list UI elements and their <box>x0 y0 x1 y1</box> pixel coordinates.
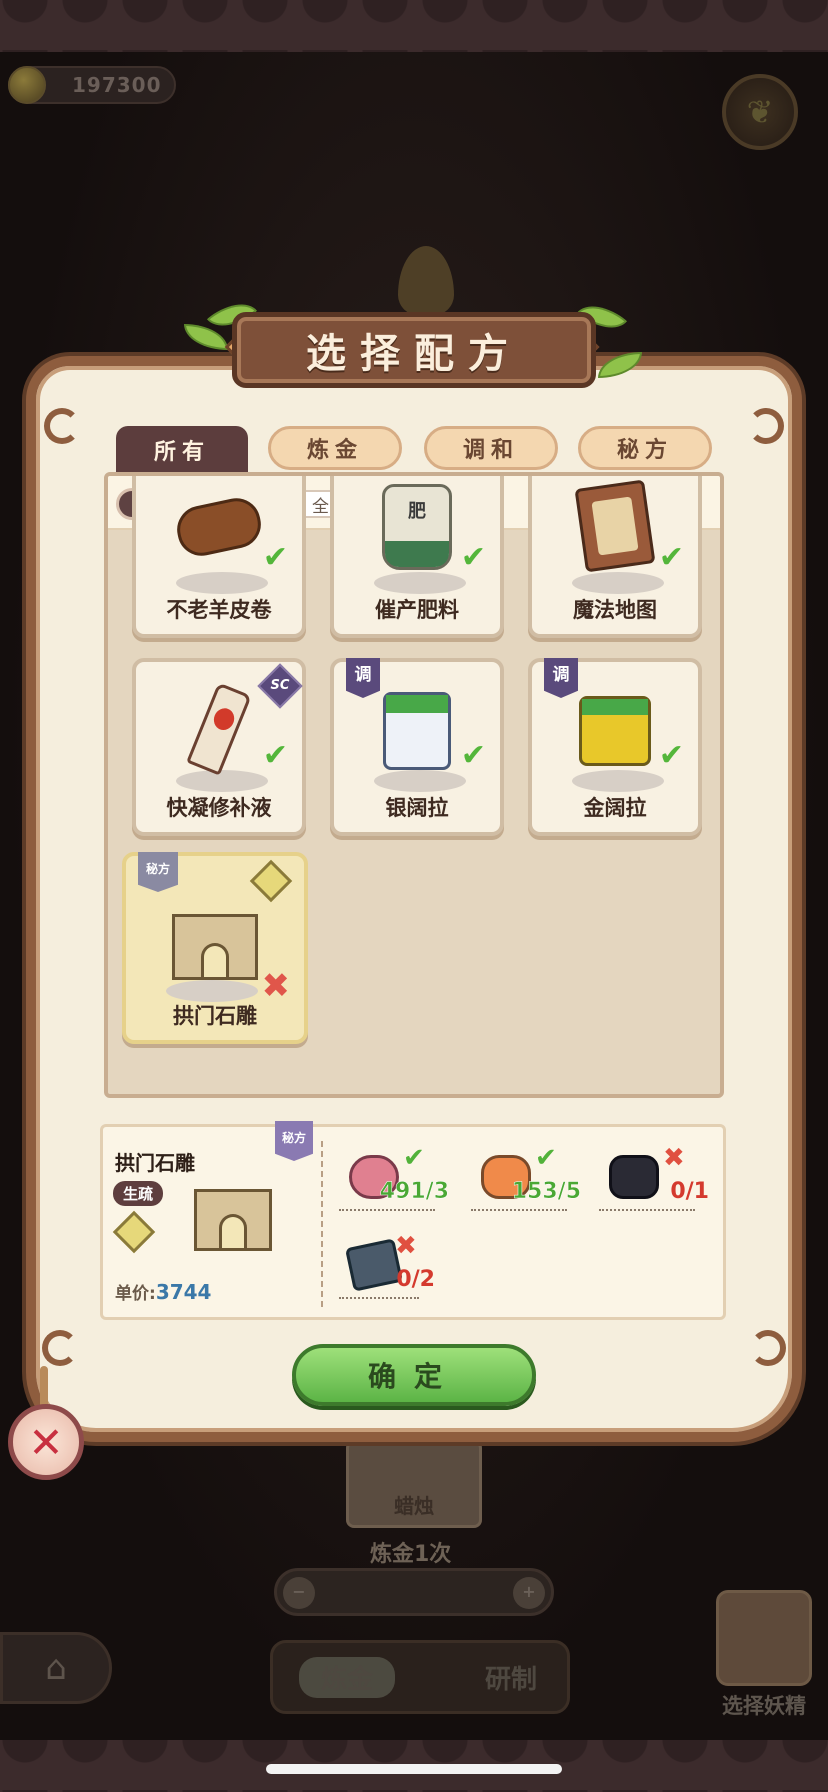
minus-icon: − <box>283 1577 315 1609</box>
confirm-button[interactable]: 确定 <box>292 1344 536 1406</box>
check-icon: ✔ <box>460 738 486 773</box>
top-status-band <box>0 0 828 52</box>
close-icon: ✕ <box>28 1417 64 1467</box>
frame-corner-ornament <box>750 1330 786 1366</box>
check-icon: ✔ <box>460 540 486 575</box>
unit-price: 单价:3744 <box>115 1279 211 1304</box>
background-tab-alchemy: 炼金 <box>299 1657 396 1698</box>
recipe-name: 拱门石雕 <box>173 1004 257 1028</box>
check-icon: ✔ <box>658 738 684 773</box>
recipe-name: 不老羊皮卷 <box>166 598 272 622</box>
frame-corner-ornament <box>748 408 784 444</box>
unit-price-value: 3744 <box>155 1280 212 1304</box>
background-candle-label: 蜡烛 <box>394 1494 434 1518</box>
background-quantity-stepper: − + <box>274 1568 554 1616</box>
cross-icon: ✖ <box>663 1143 685 1173</box>
recipe-name: 快凝修补液 <box>166 796 272 820</box>
recipe-name: 金阔拉 <box>583 796 647 820</box>
recipe-card[interactable]: 调 ✔ 金阔拉 <box>528 658 702 836</box>
scroll-icon <box>172 493 266 561</box>
ingredient-count: 153/5 <box>511 1179 581 1205</box>
background-fairy-selector: 选择妖精 <box>714 1590 814 1720</box>
background-candle-card: 蜡烛 <box>346 1440 482 1528</box>
recipe-card[interactable]: 肥 ✔ 催产肥料 <box>330 476 504 638</box>
fertilizer-bag-text: 肥 <box>408 501 426 522</box>
sprout-icon: ❦ <box>746 93 774 131</box>
frame-corner-ornament <box>42 1330 78 1366</box>
ingredient-meat[interactable]: ✔ 491/3 <box>339 1143 449 1215</box>
blend-badge: 调 <box>544 658 578 698</box>
recipe-card[interactable]: SC ✔ 快凝修补液 <box>132 658 306 836</box>
coin-icon <box>8 66 46 104</box>
check-icon: ✔ <box>262 540 288 575</box>
ingredient-coal[interactable]: ✖ 0/1 <box>599 1143 709 1215</box>
ingredient-count: 0/2 <box>396 1267 435 1292</box>
tab-blend[interactable]: 调和 <box>424 426 558 470</box>
plus-icon: + <box>513 1577 545 1609</box>
ingredient-count: 491/3 <box>379 1179 449 1205</box>
recipe-name: 银阔拉 <box>385 796 449 820</box>
background-count-label: 炼金1次 <box>370 1542 452 1567</box>
check-icon: ✔ <box>535 1143 557 1173</box>
recipe-card[interactable]: ✔ 不老羊皮卷 <box>132 476 306 638</box>
coal-icon <box>609 1155 659 1199</box>
background-tab-bar: 炼金 研制 <box>270 1640 570 1714</box>
secret-badge: 秘方 <box>138 852 178 892</box>
diamond-icon <box>249 859 293 903</box>
recipe-name: 魔法地图 <box>573 598 657 622</box>
background-home-button: ⌂ <box>0 1632 112 1704</box>
sprout-menu-button[interactable]: ❦ <box>722 74 798 150</box>
background-fairy-label: 选择妖精 <box>722 1694 806 1718</box>
detail-secret-badge: 秘方 <box>275 1121 313 1161</box>
currency-value: 197300 <box>72 73 162 97</box>
close-button[interactable]: ✕ <box>8 1404 84 1480</box>
recipe-card[interactable]: 调 ✔ 银阔拉 <box>330 658 504 836</box>
fairy-portrait-icon <box>716 1590 812 1686</box>
currency-pill: 197300 <box>8 66 176 104</box>
blend-badge: 调 <box>346 658 380 698</box>
check-icon: ✔ <box>262 738 288 773</box>
dialog-title: 选择配方 <box>306 331 522 377</box>
tab-alchemy[interactable]: 炼金 <box>268 426 402 470</box>
detail-name: 拱门石雕 <box>115 1151 195 1175</box>
unit-price-label: 单价: <box>115 1284 156 1304</box>
map-icon <box>574 479 656 573</box>
proficiency-badge: 生疏 <box>113 1181 164 1206</box>
diamond-icon <box>112 1210 156 1254</box>
ingredient-count: 0/1 <box>670 1179 709 1204</box>
recipe-name: 催产肥料 <box>375 598 459 622</box>
check-icon: ✔ <box>658 540 684 575</box>
stone-arch-icon <box>194 1189 272 1251</box>
gold-bag-icon <box>579 696 651 766</box>
tab-all[interactable]: 所有 <box>116 426 248 474</box>
fertilizer-bag-icon: 肥 <box>382 484 452 570</box>
silver-bag-icon <box>383 692 451 770</box>
ingredient-ore[interactable]: ✖ 0/2 <box>339 1231 435 1303</box>
stone-arch-icon <box>172 914 258 980</box>
check-icon: ✔ <box>403 1143 425 1173</box>
cross-icon: ✖ <box>395 1231 417 1261</box>
frame-corner-ornament <box>44 408 80 444</box>
recipe-list[interactable]: ▼ 筛选 类别 全部 ✔ 不老羊皮卷 肥 ✔ 催产肥料 ✔ 魔法地图 SC ✔ … <box>104 472 724 1098</box>
ingredient-fish[interactable]: ✔ 153/5 <box>471 1143 581 1215</box>
tab-secret[interactable]: 秘方 <box>578 426 712 470</box>
recipe-card[interactable]: ✔ 魔法地图 <box>528 476 702 638</box>
divider <box>321 1141 323 1307</box>
repair-tube-icon <box>186 682 252 776</box>
sc-badge-icon: SC <box>257 663 303 709</box>
close-button-rope <box>40 1366 48 1408</box>
home-icon: ⌂ <box>45 1648 67 1688</box>
background-tab-research: 研制 <box>484 1665 537 1695</box>
dialog-title-plate: 选择配方 <box>232 312 596 388</box>
home-indicator[interactable] <box>266 1764 562 1774</box>
recipe-detail-panel: 拱门石雕 秘方 生疏 单价:3744 ✔ 491/3 ✔ 153/5 ✖ 0/1… <box>100 1121 726 1320</box>
recipe-card-selected[interactable]: 秘方 ✖ 拱门石雕 <box>122 852 308 1044</box>
